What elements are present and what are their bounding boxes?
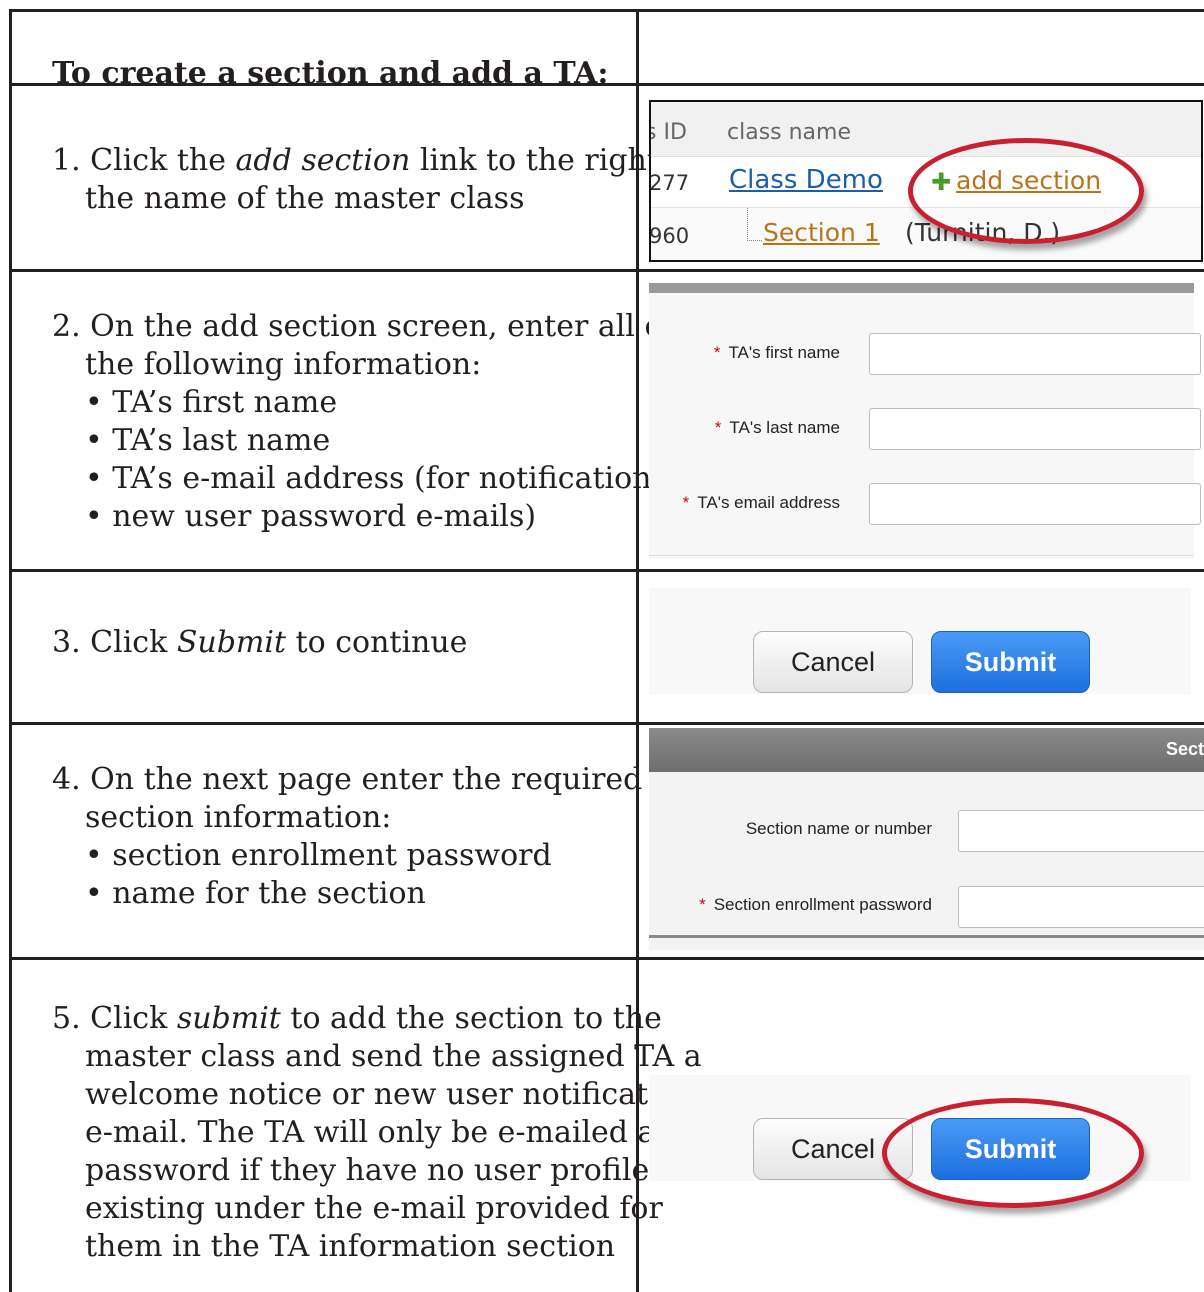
enrollment-password-label: * Section enrollment password <box>699 895 932 914</box>
section-info-form: Sect Section name or number * Section enr… <box>649 728 1204 950</box>
cancel-button[interactable]: Cancel <box>753 631 913 693</box>
ta-info-form: * TA's first name * TA's last name * TA's e… <box>649 283 1201 559</box>
class-id-column-header: s ID <box>649 120 687 145</box>
step-1-text: 1. Click the add section link to the rig… <box>52 143 698 216</box>
section-id: 960 <box>649 224 690 248</box>
highlight-circle <box>882 1098 1144 1208</box>
email-label: * TA's email address <box>682 493 840 512</box>
buttons-panel <box>649 588 1191 694</box>
step-3-text: 3. Click Submit to continue <box>52 625 468 660</box>
table-row-divider <box>9 269 1204 272</box>
class-name-column-header: class name <box>727 120 851 145</box>
enrollment-password-input[interactable] <box>958 886 1204 928</box>
section-link[interactable]: Section 1 <box>763 218 880 247</box>
ta-first-name-input[interactable] <box>869 333 1201 375</box>
section-name-label: Section name or number <box>745 819 932 838</box>
step-5-text: 5. Click submit to add the section to th… <box>52 1001 702 1264</box>
table-row-divider <box>9 569 1204 572</box>
table-title: To create a section and add a TA: <box>52 56 609 91</box>
table-row-divider <box>9 957 1204 960</box>
tree-connector <box>747 208 762 241</box>
submit-button[interactable]: Submit <box>931 631 1090 693</box>
highlight-circle <box>908 138 1144 244</box>
form-header-bar <box>649 283 1194 293</box>
form-bottom-border <box>649 935 1204 938</box>
section-form-header: Sect <box>649 728 1204 772</box>
table-border-top <box>9 9 1204 12</box>
form-divider <box>649 555 1194 556</box>
ta-email-input[interactable] <box>869 483 1201 525</box>
first-name-label: * TA's first name <box>713 343 840 362</box>
step-4-text: 4. On the next page enter the required s… <box>52 762 643 911</box>
ta-last-name-input[interactable] <box>869 408 1201 450</box>
step-2-text: 2. On the add section screen, enter all … <box>52 309 694 534</box>
class-name-link[interactable]: Class Demo <box>729 165 883 195</box>
table-row-divider <box>9 722 1204 725</box>
table-border-left <box>9 9 12 1292</box>
class-id: 277 <box>649 171 690 195</box>
last-name-label: * TA's last name <box>714 418 840 437</box>
section-name-input[interactable] <box>958 810 1204 852</box>
